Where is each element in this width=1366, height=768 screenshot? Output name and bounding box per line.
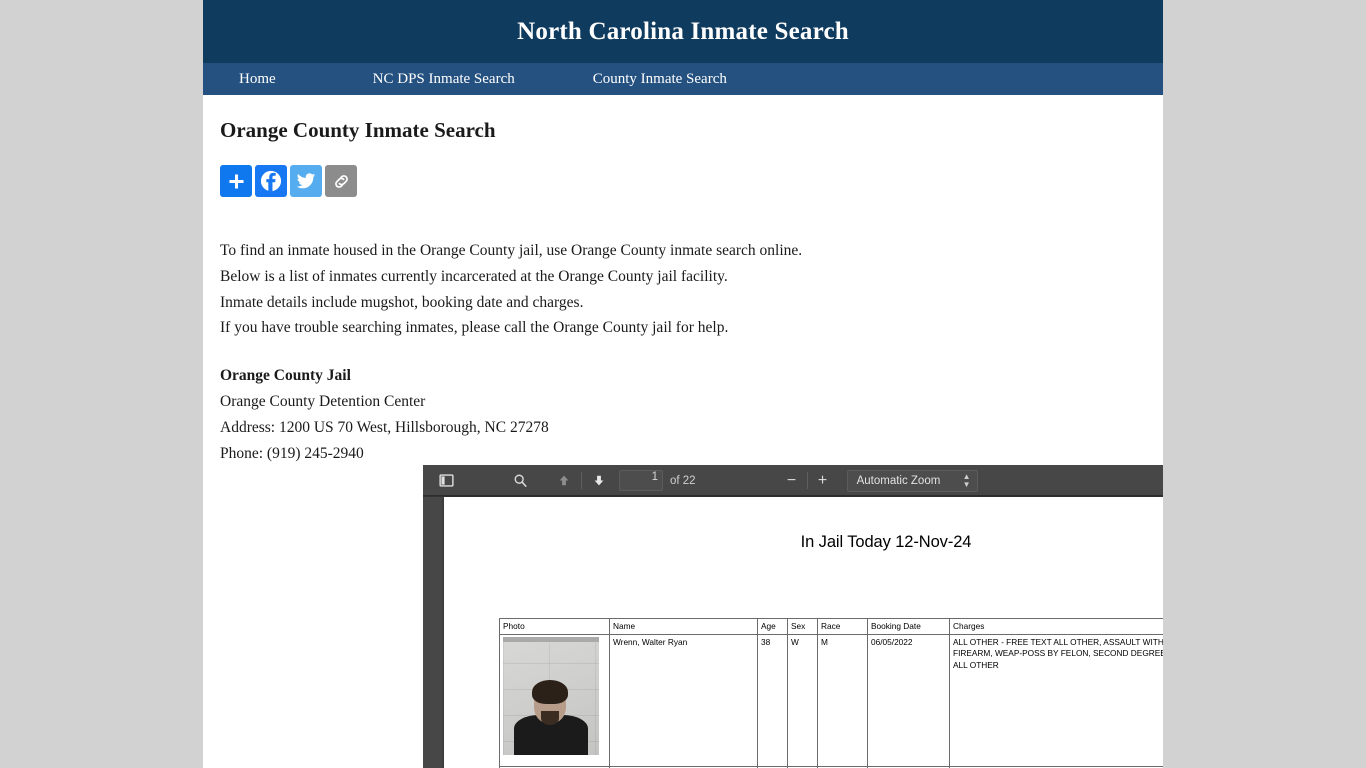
page-title: Orange County Inmate Search (220, 118, 496, 142)
inmate-sex: W (787, 634, 818, 768)
zoom-out-button[interactable]: − (780, 470, 804, 492)
nav-item-home[interactable]: Home (239, 71, 276, 88)
column-header-photo: Photo (499, 617, 610, 636)
zoom-in-button[interactable]: + (811, 470, 835, 492)
zoom-divider (806, 472, 808, 489)
sidebar-toggle-button[interactable] (432, 469, 460, 493)
share-facebook-button[interactable] (255, 165, 287, 197)
zoom-level-label: Automatic Zoom (856, 474, 941, 487)
arrow-up-icon (559, 475, 569, 486)
intro-line-1: To find an inmate housed in the Orange C… (220, 242, 803, 259)
column-header-race: Race (817, 617, 868, 636)
share-addthis-button[interactable] (220, 165, 252, 197)
inmate-charges: ALL OTHER - FREE TEXT ALL OTHER, ASSAULT… (949, 634, 1163, 768)
share-buttons (220, 165, 1146, 197)
twitter-bird-icon (296, 171, 316, 191)
share-copy-link-button[interactable] (325, 165, 357, 197)
page-count-label: of 22 (670, 474, 696, 487)
mugshot-top-band (503, 637, 599, 643)
page-number-input[interactable]: 1 (619, 470, 663, 491)
column-header-sex: Sex (787, 617, 818, 636)
jail-name: Orange County Jail (220, 367, 351, 385)
intro-text: To find an inmate housed in the Orange C… (220, 238, 1146, 341)
jail-address: Address: 1200 US 70 West, Hillsborough, … (220, 418, 549, 436)
column-header-booking-date: Booking Date (867, 617, 950, 636)
zoom-level-select[interactable]: Automatic Zoom ▲ ▼ (846, 469, 978, 492)
site-title: North Carolina Inmate Search (517, 17, 849, 45)
column-header-age: Age (757, 617, 788, 636)
next-page-button[interactable] (585, 469, 613, 493)
search-icon (514, 474, 527, 487)
pdf-viewer: 1 of 22 − + Automatic Zoom ▲ ▼ In Jail T… (423, 465, 1163, 768)
inmate-age: 38 (757, 634, 788, 768)
mugshot-beard (541, 711, 559, 726)
arrow-down-icon (594, 475, 604, 486)
pdf-scroll-area[interactable]: In Jail Today 12-Nov-24 Photo Name Age S… (423, 497, 1163, 768)
inmate-race: M (817, 634, 868, 768)
page-content: Orange County Inmate Search To find an i… (203, 118, 1163, 466)
previous-page-button[interactable] (550, 469, 578, 493)
jail-facility: Orange County Detention Center (220, 392, 426, 410)
sidebar-icon (438, 474, 454, 487)
column-header-name: Name (609, 617, 758, 636)
pdf-page-1: In Jail Today 12-Nov-24 Photo Name Age S… (444, 497, 1163, 768)
table-header-row: Photo Name Age Sex Race Booking Date Cha… (499, 617, 1163, 636)
nav-item-nc-dps-inmate-search[interactable]: NC DPS Inmate Search (373, 71, 515, 88)
mugshot-image (503, 637, 599, 756)
jail-phone: Phone: (919) 245-2940 (220, 444, 364, 462)
mugshot-hair (532, 680, 568, 705)
inmate-name: Wrenn, Walter Ryan (609, 634, 758, 768)
inmate-booking-date: 06/05/2022 (867, 634, 950, 768)
intro-line-2: Below is a list of inmates currently inc… (220, 267, 728, 285)
nav-item-county-inmate-search[interactable]: County Inmate Search (593, 71, 727, 88)
plus-icon (227, 172, 246, 191)
chevron-updown-icon: ▲ ▼ (962, 471, 971, 489)
column-header-charges: Charges (949, 617, 1163, 636)
intro-line-4: If you have trouble searching inmates, p… (220, 319, 729, 337)
toolbar-divider (581, 472, 582, 489)
facebook-icon (260, 170, 282, 192)
page-container: North Carolina Inmate Search Home NC DPS… (203, 0, 1163, 768)
site-header: North Carolina Inmate Search (203, 0, 1163, 63)
find-button[interactable] (506, 469, 534, 493)
inmate-photo-cell (499, 634, 610, 768)
link-chain-icon (332, 172, 351, 191)
main-navigation: Home NC DPS Inmate Search County Inmate … (203, 63, 1163, 95)
jail-info-block: Orange County Jail Orange County Detenti… (220, 363, 1146, 466)
intro-line-3: Inmate details include mugshot, booking … (220, 293, 584, 311)
table-row: Wrenn, Walter Ryan 38 W M 06/05/2022 ALL… (499, 634, 1163, 768)
inmate-table: Photo Name Age Sex Race Booking Date Cha… (499, 617, 1163, 768)
pdf-document-title: In Jail Today 12-Nov-24 (800, 533, 972, 551)
share-twitter-button[interactable] (290, 165, 322, 197)
pdf-toolbar: 1 of 22 − + Automatic Zoom ▲ ▼ (423, 465, 1163, 497)
